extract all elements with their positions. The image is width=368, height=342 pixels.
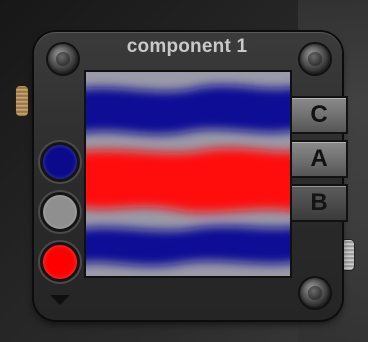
screw-bottom-right-icon bbox=[300, 278, 330, 308]
triangle-down-icon[interactable] bbox=[50, 295, 70, 305]
swatch-gray[interactable] bbox=[40, 192, 80, 232]
panel-title: component 1 bbox=[126, 36, 248, 57]
preview-top-blue-band bbox=[86, 85, 290, 135]
layer-button-a[interactable]: A bbox=[290, 140, 348, 178]
texture-preview[interactable] bbox=[84, 70, 292, 278]
screw-top-left-icon bbox=[48, 44, 78, 74]
layer-button-c[interactable]: C bbox=[290, 96, 348, 134]
layer-button-b[interactable]: B bbox=[290, 184, 348, 222]
left-knob-icon[interactable] bbox=[16, 86, 28, 116]
preview-red-band bbox=[86, 148, 290, 213]
screw-top-right-icon bbox=[300, 44, 330, 74]
swatch-red[interactable] bbox=[40, 242, 80, 282]
swatch-blue[interactable] bbox=[40, 142, 80, 182]
texture-preview-image bbox=[86, 72, 290, 276]
app-stage: component 1 C A B bbox=[0, 0, 368, 342]
right-knob-icon[interactable] bbox=[342, 240, 354, 270]
preview-bottom-blue-band bbox=[86, 226, 290, 266]
